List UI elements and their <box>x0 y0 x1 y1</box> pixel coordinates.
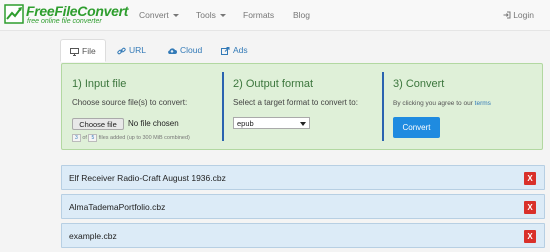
tab-cloud[interactable]: Cloud <box>158 39 211 62</box>
chevron-down-icon <box>219 14 226 18</box>
files-max-count: 5 <box>88 134 98 142</box>
remove-file-button[interactable]: X <box>524 201 536 214</box>
file-name: example.cbz <box>69 231 117 241</box>
link-icon <box>117 47 126 55</box>
monitor-icon <box>70 48 79 56</box>
logo-chart-icon <box>4 4 24 24</box>
login-link[interactable]: Login <box>503 10 534 20</box>
nav-convert[interactable]: Convert <box>139 10 179 20</box>
logo-title: FreeFileConvert <box>26 3 129 19</box>
nav-blog[interactable]: Blog <box>293 10 310 20</box>
file-list-item: AlmaTademaPortfolio.cbz X <box>61 194 545 219</box>
output-title: 2) Output format <box>233 78 314 90</box>
nav-tools[interactable]: Tools <box>196 10 226 20</box>
nav-formats[interactable]: Formats <box>243 10 274 20</box>
terms-notice-text: By clicking you agree to our <box>393 100 473 107</box>
files-count-of: of <box>82 135 87 141</box>
login-label: Login <box>513 10 534 20</box>
login-icon <box>503 11 511 19</box>
output-section: 2) Output format Select a target format … <box>223 64 383 151</box>
remove-file-button[interactable]: X <box>524 230 536 243</box>
file-list-item: Elf Receiver Radio-Craft August 1936.cbz… <box>61 165 545 190</box>
site-logo[interactable]: FreeFileConvert free online file convert… <box>4 3 128 29</box>
file-name: Elf Receiver Radio-Craft August 1936.cbz <box>69 173 226 183</box>
files-count-suffix: files added (up to 300 MiB combined) <box>98 135 190 141</box>
chevron-down-icon <box>300 122 306 126</box>
output-format-select[interactable]: epub <box>233 117 310 129</box>
files-count: 3 of 5 files added (up to 300 MiB combin… <box>72 134 190 142</box>
tab-ads[interactable]: Ads <box>212 39 257 62</box>
tab-file[interactable]: File <box>60 39 106 62</box>
output-subtitle: Select a target format to convert to: <box>233 98 358 107</box>
convert-section: 3) Convert By clicking you agree to our … <box>383 64 543 151</box>
chevron-down-icon <box>172 14 179 18</box>
convert-button[interactable]: Convert <box>393 117 440 138</box>
file-list-item: example.cbz X <box>61 223 545 248</box>
input-subtitle: Choose source file(s) to convert: <box>72 98 188 107</box>
tab-cloud-label: Cloud <box>180 45 203 55</box>
terms-link[interactable]: terms <box>475 100 491 107</box>
input-section: 1) Input file Choose source file(s) to c… <box>62 64 222 151</box>
no-file-chosen-text: No file chosen <box>128 119 179 128</box>
tab-file-label: File <box>82 46 96 56</box>
nav-tools-label: Tools <box>196 10 216 20</box>
input-title: 1) Input file <box>72 78 127 90</box>
choose-file-button[interactable]: Choose file <box>72 118 124 130</box>
terms-notice: By clicking you agree to our terms <box>393 100 491 107</box>
remove-file-button[interactable]: X <box>524 172 536 185</box>
convert-title: 3) Convert <box>393 78 445 90</box>
file-name: AlmaTademaPortfolio.cbz <box>69 202 166 212</box>
tab-url[interactable]: URL <box>108 39 155 62</box>
output-format-value: epub <box>237 119 254 128</box>
tab-url-label: URL <box>129 45 147 55</box>
nav-convert-label: Convert <box>139 10 169 20</box>
files-current-count: 3 <box>72 134 81 142</box>
top-navbar: FreeFileConvert free online file convert… <box>0 0 550 31</box>
conversion-panel: 1) Input file Choose source file(s) to c… <box>61 63 543 150</box>
cloud-icon <box>168 48 177 54</box>
tab-ads-label: Ads <box>233 45 248 55</box>
logo-tagline: free online file converter <box>27 18 102 25</box>
external-link-icon <box>221 47 230 55</box>
